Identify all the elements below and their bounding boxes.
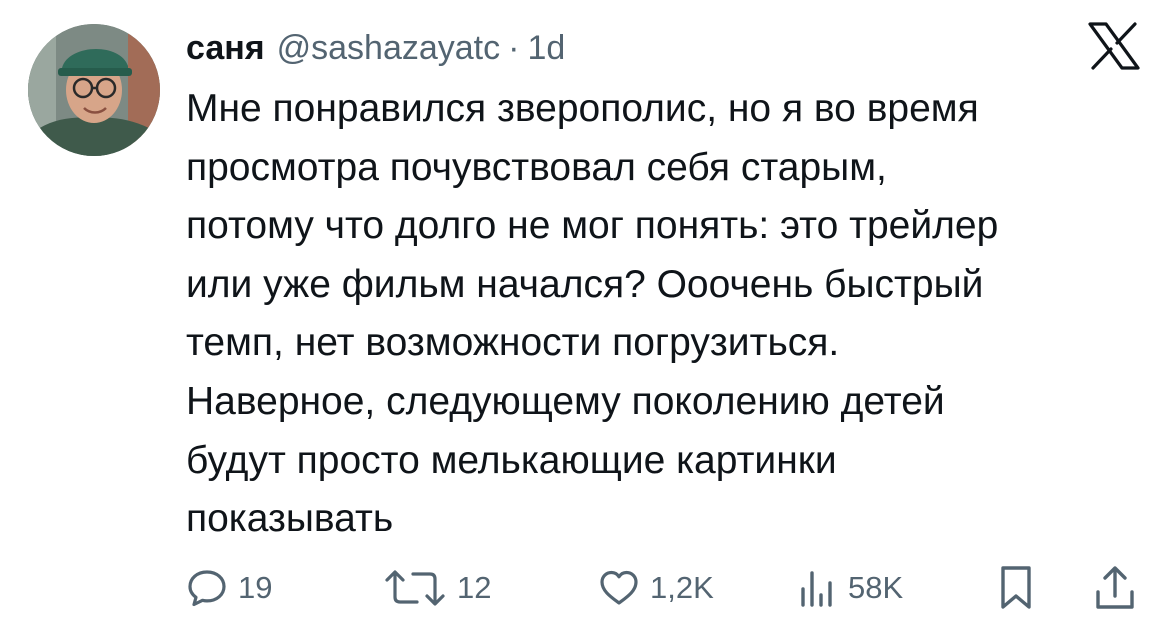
retweet-button[interactable]: 12 (383, 560, 491, 616)
views-bar-chart-icon (796, 567, 838, 609)
reply-count: 19 (238, 570, 273, 605)
tweet-text-line: или уже фильм начался? Ооочень быстрый (186, 262, 984, 306)
views-count: 58K (848, 570, 904, 605)
share-button[interactable] (1094, 560, 1136, 616)
tweet-text: Мне понравился зверополис, но я во время… (186, 80, 1156, 549)
like-count: 1,2K (650, 570, 714, 605)
retweet-icon (383, 567, 447, 609)
tweet-text-line: Наверное, следующему поколению детей (186, 379, 945, 423)
tweet-timestamp[interactable]: 1d (527, 26, 565, 70)
heart-icon (598, 567, 640, 609)
header-separator: · (508, 29, 520, 67)
like-button[interactable]: 1,2K (598, 560, 714, 616)
reply-button[interactable]: 19 (186, 560, 272, 616)
bookmark-button[interactable] (998, 560, 1034, 616)
tweet-action-bar: 19 12 1,2K 58K (0, 560, 1170, 616)
tweet-text-line: потому что долго не мог понять: это трей… (186, 204, 999, 248)
tweet-text-line: темп, нет возможности погрузиться. (186, 321, 840, 365)
avatar[interactable] (28, 24, 160, 156)
user-avatar-photo (28, 24, 160, 156)
x-logo-icon (1088, 22, 1140, 70)
tweet-text-line: будут просто мелькающие картинки (186, 438, 837, 482)
bookmark-icon (998, 564, 1034, 612)
retweet-count: 12 (457, 570, 492, 605)
tweet-card: саня @sashazayatc · 1d Мне понравился зв… (0, 0, 1170, 640)
views-button[interactable]: 58K (796, 560, 903, 616)
reply-bubble-icon (186, 567, 228, 609)
author-display-name[interactable]: саня (186, 26, 265, 70)
tweet-text-line: Мне понравился зверополис, но я во время (186, 87, 979, 130)
tweet-text-line: просмотра почувствовал себя старым, (186, 145, 887, 189)
tweet-text-line: показывать (186, 497, 394, 541)
tweet-header: саня @sashazayatc · 1d (186, 26, 565, 70)
author-handle[interactable]: @sashazayatc (277, 26, 501, 70)
share-upload-icon (1094, 564, 1136, 612)
